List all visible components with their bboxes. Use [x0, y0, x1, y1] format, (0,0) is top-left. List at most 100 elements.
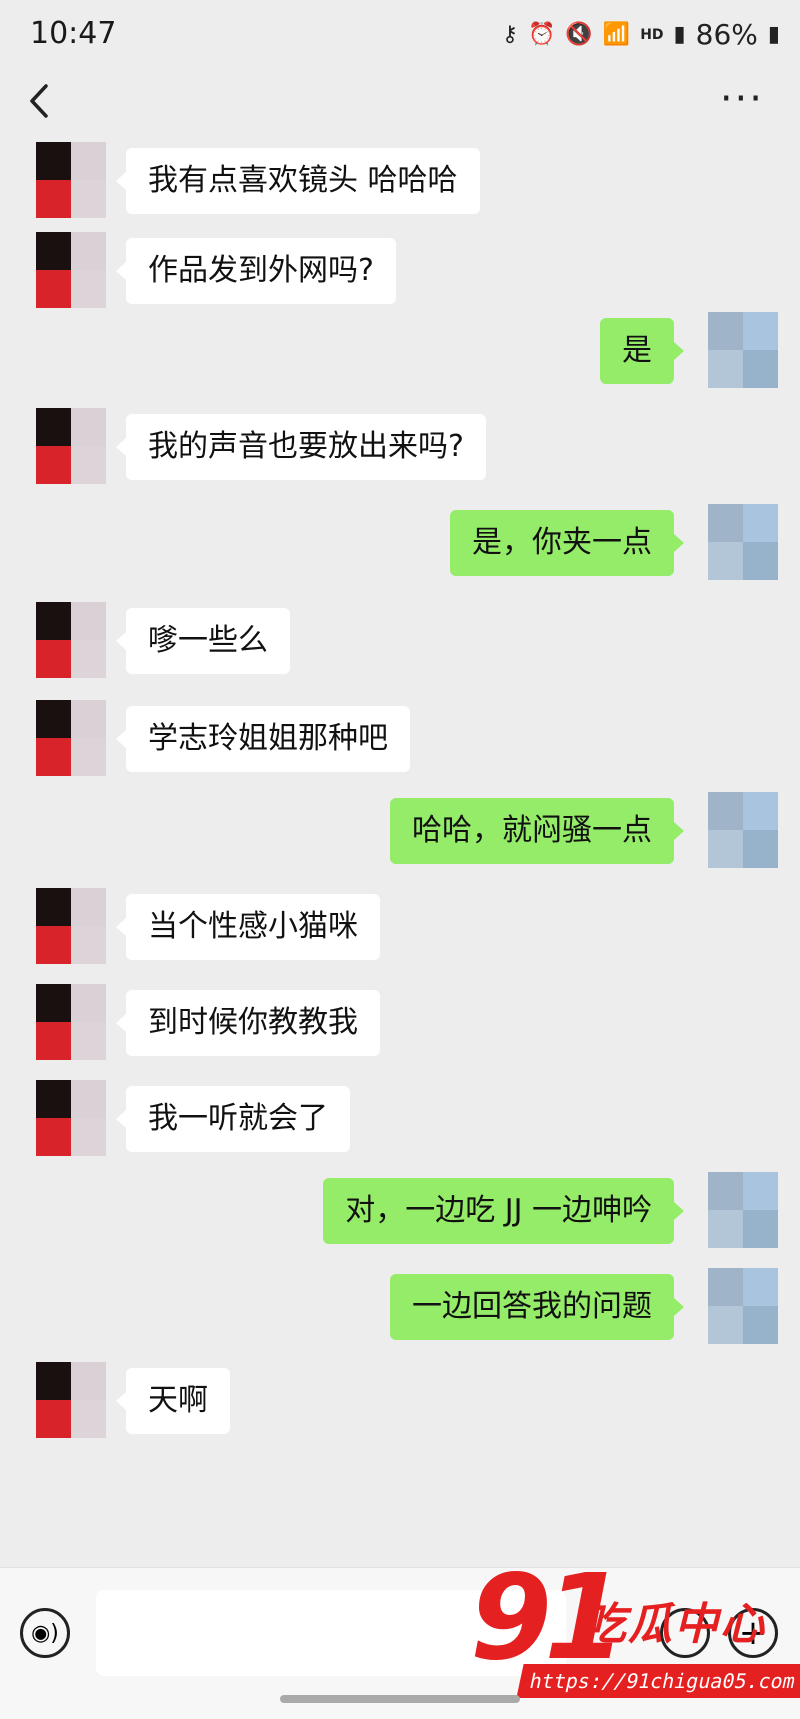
avatar-pixel — [743, 830, 778, 868]
avatar-pixel — [743, 504, 778, 542]
avatar-pixel — [36, 446, 71, 484]
contact-avatar[interactable] — [36, 408, 106, 484]
avatar-pixel — [36, 232, 71, 270]
avatar-pixel — [71, 738, 106, 776]
avatar-pixel — [743, 1172, 778, 1210]
contact-avatar[interactable] — [36, 888, 106, 964]
network-label: HD — [640, 26, 664, 43]
avatar-pixel — [708, 1306, 743, 1344]
key-icon: ⚷ — [501, 22, 518, 47]
voice-input-button[interactable]: ◉) — [20, 1608, 70, 1658]
incoming-message[interactable]: 嗲一些么 — [116, 608, 290, 674]
contact-avatar[interactable] — [36, 602, 106, 678]
my-avatar[interactable] — [708, 312, 778, 388]
signal-icon: ▮ — [673, 22, 686, 47]
message-row: 是，你夹一点 — [0, 504, 800, 588]
avatar-pixel — [36, 1362, 71, 1400]
avatar-pixel — [36, 408, 71, 446]
contact-avatar[interactable] — [36, 232, 106, 308]
incoming-message[interactable]: 作品发到外网吗? — [116, 238, 396, 304]
back-button[interactable] — [24, 76, 54, 136]
avatar-pixel — [743, 1306, 778, 1344]
chevron-left-icon — [30, 84, 48, 118]
avatar-pixel — [36, 1022, 71, 1060]
message-row: 到时候你教教我 — [0, 984, 800, 1068]
avatar-pixel — [708, 1210, 743, 1248]
message-row: 当个性感小猫咪 — [0, 888, 800, 972]
avatar-pixel — [36, 602, 71, 640]
avatar-pixel — [708, 504, 743, 542]
incoming-message[interactable]: 天啊 — [116, 1368, 230, 1434]
outgoing-message[interactable]: 对，一边吃 JJ 一边呻吟 — [323, 1178, 684, 1244]
incoming-message[interactable]: 当个性感小猫咪 — [116, 894, 380, 960]
avatar-pixel — [708, 830, 743, 868]
avatar-pixel — [36, 180, 71, 218]
wifi-icon: 📶 — [602, 22, 631, 47]
outgoing-message[interactable]: 一边回答我的问题 — [390, 1274, 684, 1340]
avatar-pixel — [71, 1362, 106, 1400]
mute-icon: 🔇 — [565, 22, 593, 47]
avatar-pixel — [36, 700, 71, 738]
message-row: 对，一边吃 JJ 一边呻吟 — [0, 1172, 800, 1256]
my-avatar[interactable] — [708, 504, 778, 580]
avatar-pixel — [743, 312, 778, 350]
incoming-message[interactable]: 到时候你教教我 — [116, 990, 380, 1056]
message-row: 一边回答我的问题 — [0, 1268, 800, 1352]
contact-avatar[interactable] — [36, 700, 106, 776]
message-row: 我一听就会了 — [0, 1080, 800, 1164]
outgoing-message[interactable]: 哈哈，就闷骚一点 — [390, 798, 684, 864]
avatar-pixel — [36, 984, 71, 1022]
avatar-pixel — [708, 1172, 743, 1210]
outgoing-message[interactable]: 是，你夹一点 — [450, 510, 684, 576]
watermark-text: 吃瓜中心 — [582, 1599, 766, 1650]
contact-avatar[interactable] — [36, 984, 106, 1060]
avatar-pixel — [71, 1080, 106, 1118]
avatar-pixel — [71, 700, 106, 738]
message-row: 嗲一些么 — [0, 602, 800, 686]
avatar-pixel — [36, 926, 71, 964]
incoming-message[interactable]: 我的声音也要放出来吗? — [116, 414, 486, 480]
contact-avatar[interactable] — [36, 1080, 106, 1156]
avatar-pixel — [71, 926, 106, 964]
clock: 10:47 — [30, 16, 117, 51]
avatar-pixel — [743, 1268, 778, 1306]
avatar-pixel — [743, 1210, 778, 1248]
my-avatar[interactable] — [708, 792, 778, 868]
message-list[interactable]: 我有点喜欢镜头 哈哈哈 作品发到外网吗? 是我的声音也要放出来吗? 是，你夹一点嗲一些… — [0, 142, 800, 1567]
incoming-message[interactable]: 学志玲姐姐那种吧 — [116, 706, 410, 772]
outgoing-message[interactable]: 是 — [600, 318, 684, 384]
avatar-pixel — [71, 1022, 106, 1060]
home-indicator — [280, 1695, 520, 1703]
avatar-pixel — [708, 542, 743, 580]
message-row: 作品发到外网吗? — [0, 232, 800, 316]
avatar-pixel — [71, 1400, 106, 1438]
voice-icon: ◉) — [31, 1620, 59, 1646]
avatar-pixel — [743, 542, 778, 580]
message-row: 是 — [0, 312, 800, 396]
message-row: 我的声音也要放出来吗? — [0, 408, 800, 492]
incoming-message[interactable]: 我一听就会了 — [116, 1086, 350, 1152]
avatar-pixel — [71, 446, 106, 484]
contact-avatar[interactable] — [36, 1362, 106, 1438]
avatar-pixel — [71, 232, 106, 270]
avatar-pixel — [71, 640, 106, 678]
more-options-button[interactable]: ··· — [720, 76, 764, 122]
avatar-pixel — [71, 180, 106, 218]
incoming-message[interactable]: 我有点喜欢镜头 哈哈哈 — [116, 148, 480, 214]
message-row: 我有点喜欢镜头 哈哈哈 — [0, 142, 800, 226]
avatar-pixel — [71, 142, 106, 180]
my-avatar[interactable] — [708, 1172, 778, 1248]
avatar-pixel — [36, 640, 71, 678]
avatar-pixel — [71, 270, 106, 308]
avatar-pixel — [743, 350, 778, 388]
contact-avatar[interactable] — [36, 142, 106, 218]
avatar-pixel — [36, 888, 71, 926]
avatar-pixel — [743, 792, 778, 830]
avatar-pixel — [71, 888, 106, 926]
watermark-url: https://91chigua05.com — [516, 1664, 800, 1698]
my-avatar[interactable] — [708, 1268, 778, 1344]
avatar-pixel — [36, 1400, 71, 1438]
message-row: 哈哈，就闷骚一点 — [0, 792, 800, 876]
status-icons: ⚷ ⏰ 🔇 📶 HD ▮ 86% ▮ — [502, 18, 780, 51]
avatar-pixel — [708, 312, 743, 350]
